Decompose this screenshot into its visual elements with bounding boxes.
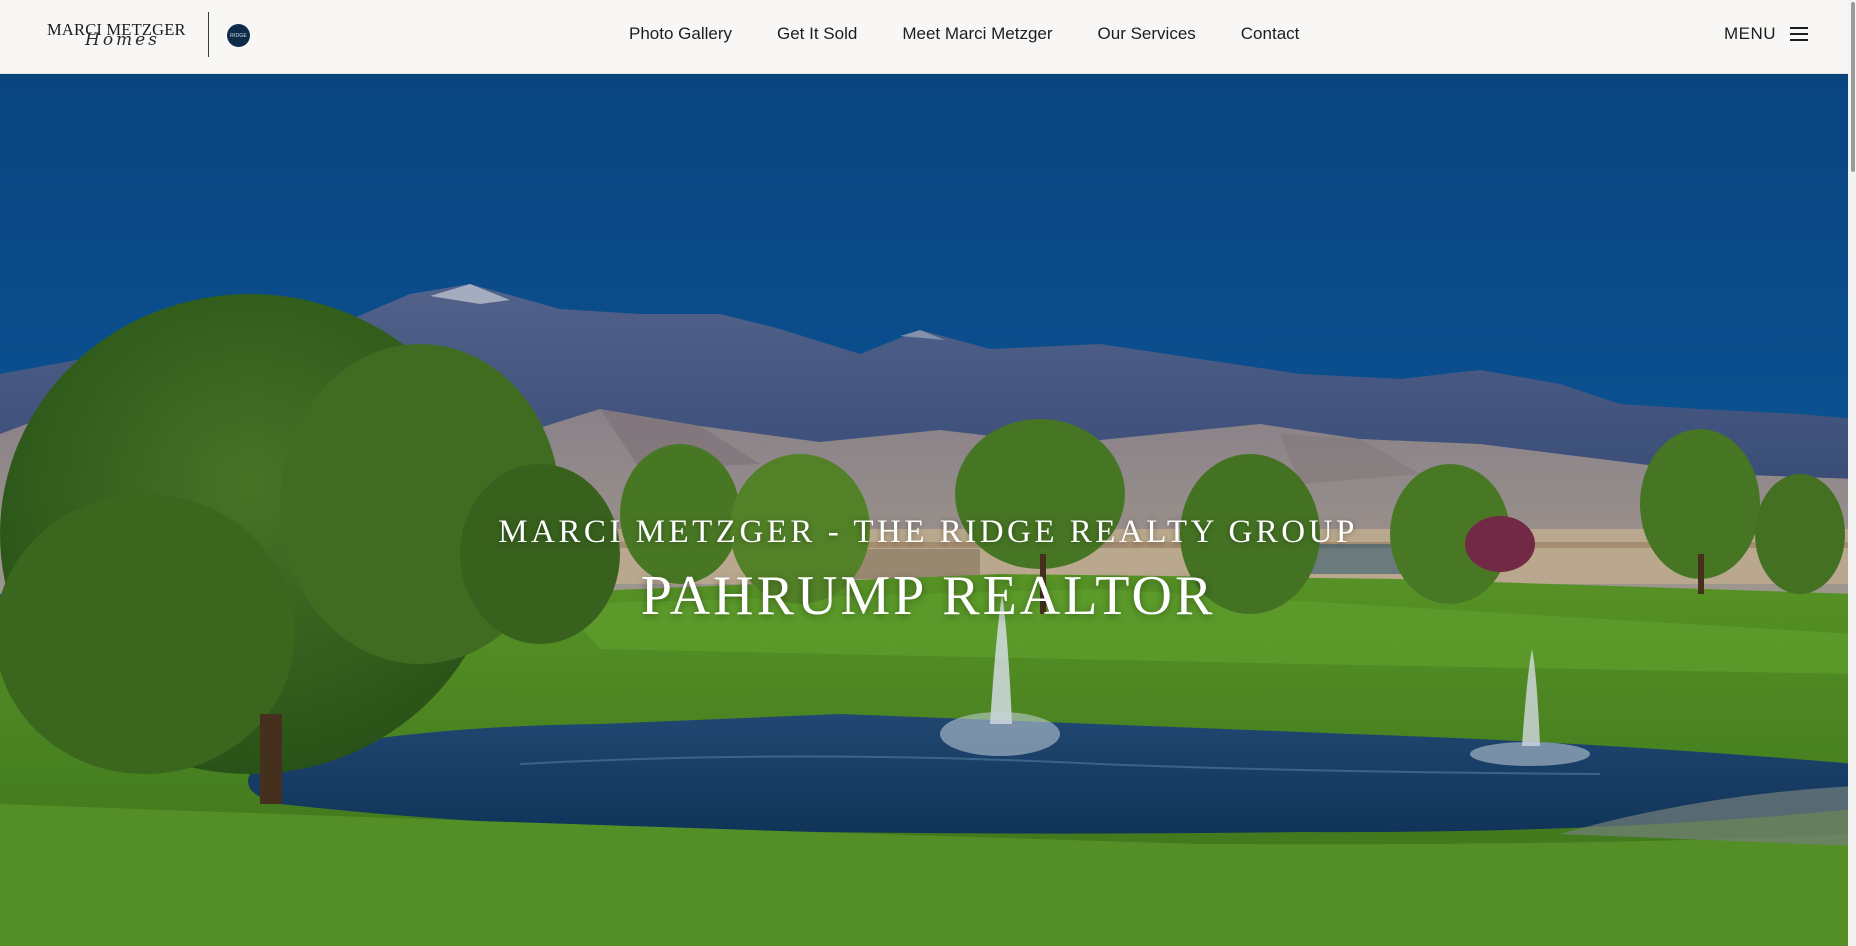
hamburger-icon [1790, 26, 1808, 42]
hero-section: MARCI METZGER - THE RIDGE REALTY GROUP P… [0, 74, 1856, 946]
site-header: MARCI METZGER Homes RIDGE Photo Gallery … [0, 0, 1856, 74]
menu-button[interactable]: MENU [1724, 24, 1808, 44]
page-scrollbar[interactable] [1848, 0, 1856, 946]
main-nav: Photo Gallery Get It Sold Meet Marci Met… [629, 24, 1299, 44]
logo-divider [208, 12, 209, 57]
nav-photo-gallery[interactable]: Photo Gallery [629, 24, 732, 44]
nav-meet-marci-metzger[interactable]: Meet Marci Metzger [902, 24, 1052, 44]
menu-label: MENU [1723, 24, 1776, 43]
hero-landscape-image [0, 74, 1856, 946]
scrollbar-thumb[interactable] [1851, 2, 1855, 172]
ridge-badge-label: RIDGE [230, 32, 247, 39]
marci-metzger-homes-logo[interactable]: MARCI METZGER Homes [47, 18, 192, 52]
ridge-realty-badge[interactable]: RIDGE [227, 24, 250, 47]
page: MARCI METZGER Homes RIDGE Photo Gallery … [0, 0, 1856, 946]
hero-subtitle: MARCI METZGER - THE RIDGE REALTY GROUP [498, 514, 1358, 550]
nav-contact[interactable]: Contact [1241, 24, 1300, 44]
nav-our-services[interactable]: Our Services [1098, 24, 1196, 44]
nav-get-it-sold[interactable]: Get It Sold [777, 24, 857, 44]
logo-script: Homes [85, 30, 160, 50]
hero-title: PAHRUMP REALTOR [640, 565, 1216, 627]
